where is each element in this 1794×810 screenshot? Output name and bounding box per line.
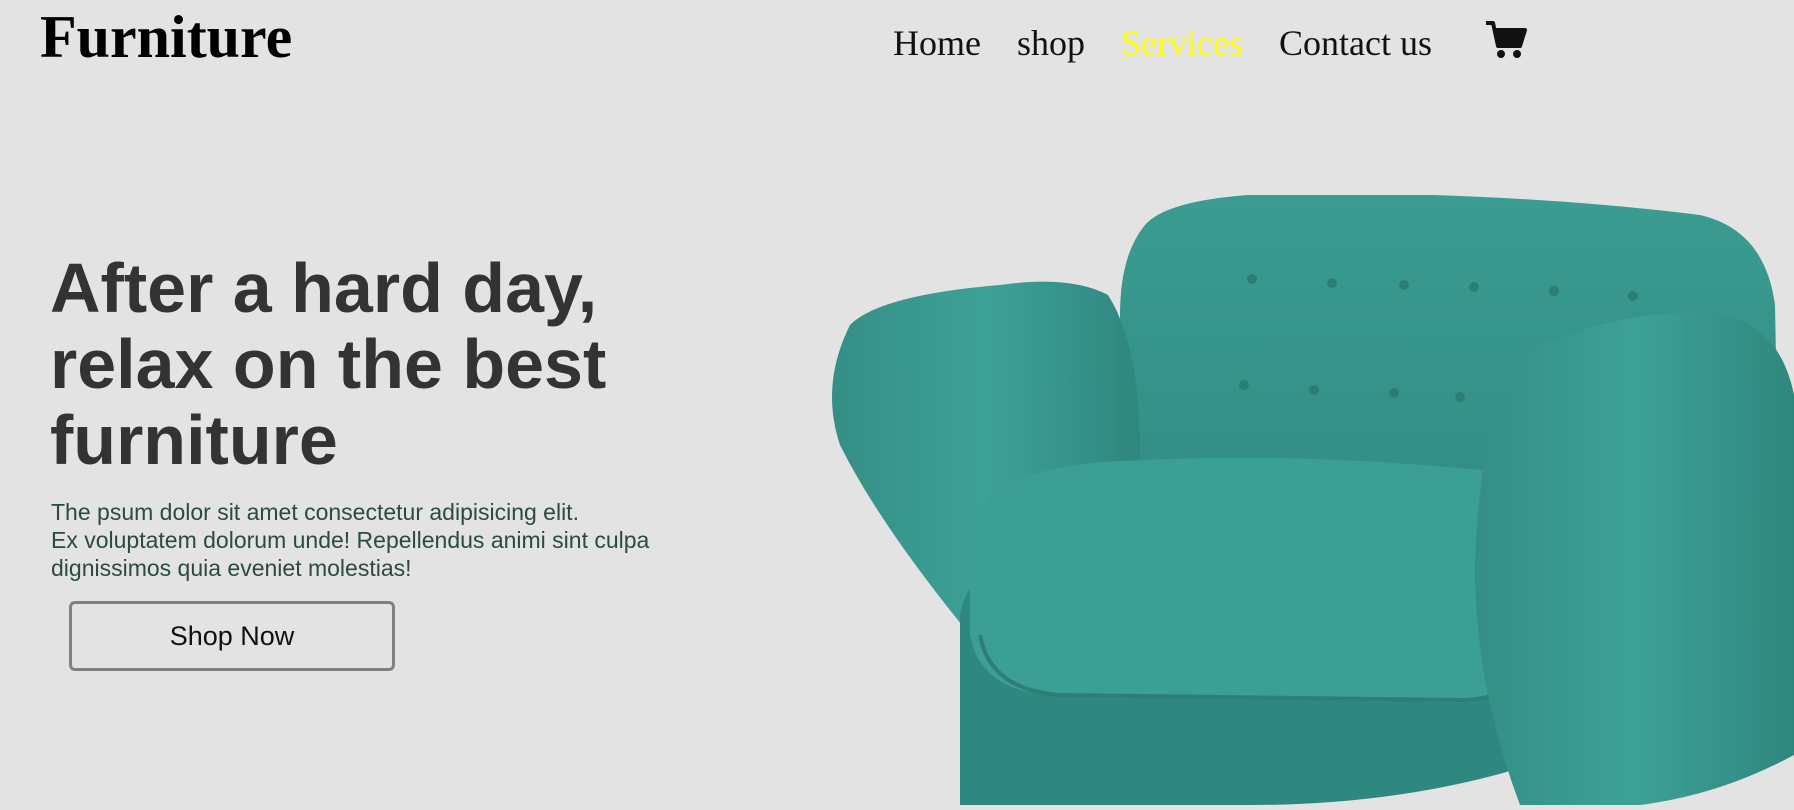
hero-description: The psum dolor sit amet consectetur adip… [51,498,701,582]
shopping-cart-icon[interactable] [1484,20,1528,60]
shop-now-button[interactable]: Shop Now [69,601,395,671]
nav-home[interactable]: Home [893,18,981,68]
hero-title: After a hard day, relax on the best furn… [50,250,690,478]
hero-text-line: Ex voluptatem dolorum unde! Repellendus … [51,527,650,553]
hero-title-line: After a hard day, [50,249,598,327]
armchair-image [820,192,1794,805]
hero-title-line: furniture [50,401,338,479]
nav-shop[interactable]: shop [1017,18,1085,68]
nav-services[interactable]: Services [1121,18,1243,68]
site-logo[interactable]: Furniture [40,2,292,72]
hero-text-line: The psum dolor sit amet consectetur adip… [51,499,579,525]
hero-text-line: dignissimos quia eveniet molestias! [51,555,412,581]
hero-title-line: relax on the best [50,325,607,403]
main-nav: Home shop Services Contact us [893,18,1468,68]
nav-contact-us[interactable]: Contact us [1279,18,1432,68]
